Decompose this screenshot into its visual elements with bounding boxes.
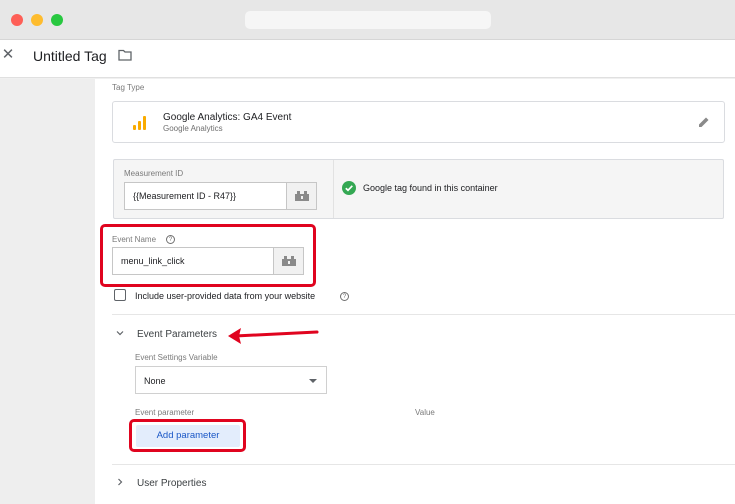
measurement-divider — [333, 160, 334, 218]
annotation-arrow — [228, 328, 319, 344]
measurement-id-variable-button[interactable] — [286, 183, 316, 209]
measurement-id-section: Measurement ID {{Measurement ID - R47}} … — [113, 159, 724, 219]
tag-editor-header: ✕ Untitled Tag — [0, 40, 735, 78]
user-data-label: Include user-provided data from your web… — [135, 291, 316, 301]
tag-title[interactable]: Untitled Tag — [33, 48, 107, 64]
divider — [112, 314, 735, 315]
close-icon[interactable]: ✕ — [1, 47, 15, 62]
divider — [112, 464, 735, 465]
google-tag-status: Google tag found in this container — [363, 183, 498, 193]
event-settings-value: None — [144, 376, 166, 386]
tag-type-card[interactable]: Google Analytics: GA4 Event Google Analy… — [112, 101, 725, 143]
dropdown-caret-icon — [309, 379, 317, 383]
left-pane — [0, 79, 95, 504]
chevron-down-icon[interactable] — [116, 329, 124, 337]
google-analytics-icon — [133, 116, 147, 130]
tag-type-label: Tag Type — [112, 83, 145, 92]
folder-icon[interactable] — [118, 49, 132, 61]
browser-window: ✕ Untitled Tag Tag Type Google Analytics… — [0, 0, 735, 504]
measurement-id-label: Measurement ID — [124, 169, 184, 178]
window-titlebar — [0, 0, 735, 40]
chevron-right-icon[interactable] — [116, 478, 124, 486]
help-icon[interactable]: ? — [340, 292, 349, 301]
tag-type-name: Google Analytics: GA4 Event — [163, 112, 292, 123]
pencil-icon[interactable] — [698, 116, 710, 128]
user-data-checkbox[interactable] — [114, 289, 126, 301]
user-properties-title[interactable]: User Properties — [137, 478, 206, 489]
address-bar[interactable] — [245, 11, 491, 29]
measurement-id-field[interactable]: {{Measurement ID - R47}} — [124, 182, 317, 210]
value-column-header: Value — [415, 408, 435, 417]
variable-picker-icon — [295, 191, 309, 201]
event-settings-label: Event Settings Variable — [135, 353, 218, 362]
check-circle-icon — [342, 181, 356, 195]
event-parameters-title[interactable]: Event Parameters — [137, 329, 217, 340]
tag-type-subtitle: Google Analytics — [163, 124, 223, 133]
add-parameter-highlight-box — [129, 419, 246, 452]
event-name-highlight-box — [100, 224, 316, 287]
window-zoom-dot[interactable] — [51, 14, 63, 26]
measurement-id-value: {{Measurement ID - R47}} — [133, 191, 237, 201]
event-settings-select[interactable]: None — [135, 366, 327, 394]
window-minimize-dot[interactable] — [31, 14, 43, 26]
window-close-dot[interactable] — [11, 14, 23, 26]
event-parameter-column-header: Event parameter — [135, 408, 195, 417]
